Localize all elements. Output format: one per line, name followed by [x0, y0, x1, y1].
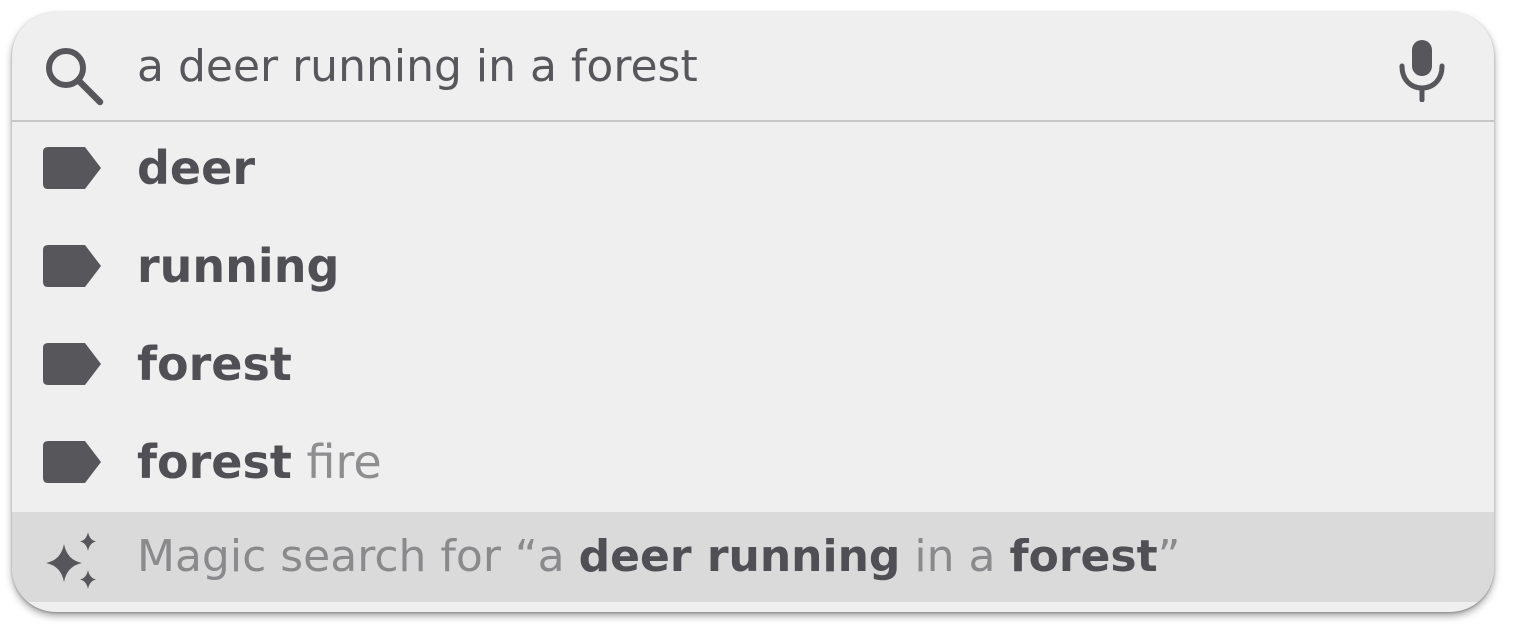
suggestion-completion: fire [291, 435, 382, 489]
suggestion-label: forest fire [137, 434, 382, 490]
magic-prefix: Magic search for “a [137, 531, 579, 582]
label-icon [43, 441, 101, 483]
microphone-icon[interactable] [1396, 38, 1448, 102]
magic-search-label: Magic search for “a deer running in a fo… [137, 529, 1180, 585]
suggestion-item-deer[interactable]: deer [12, 122, 1494, 220]
search-suggestion-panel: a deer running in a forest deer running … [12, 12, 1494, 612]
suggestion-label: forest [137, 336, 292, 392]
suggestion-item-running[interactable]: running [12, 220, 1494, 318]
suggestion-label: deer [137, 140, 255, 196]
magic-term-deer-running: deer running [578, 531, 901, 582]
search-input[interactable]: a deer running in a forest [137, 39, 698, 95]
suggestion-match: forest [137, 435, 292, 489]
search-bar[interactable]: a deer running in a forest [12, 12, 1494, 122]
suggestion-item-forest-fire[interactable]: forest fire [12, 416, 1494, 514]
suggestion-match: forest [137, 337, 292, 391]
sparkle-icon [46, 532, 96, 589]
label-icon [43, 343, 101, 385]
suggestion-item-forest[interactable]: forest [12, 318, 1494, 416]
search-icon[interactable] [42, 44, 106, 108]
magic-suffix: ” [1157, 531, 1181, 582]
label-icon [43, 147, 101, 189]
magic-term-forest: forest [1009, 531, 1158, 582]
magic-middle: in a [900, 531, 1010, 582]
suggestion-match: running [137, 239, 340, 293]
label-icon [43, 245, 101, 287]
suggestion-label: running [137, 238, 339, 294]
magic-search-option[interactable]: Magic search for “a deer running in a fo… [12, 512, 1494, 602]
suggestion-match: deer [137, 141, 256, 195]
suggestion-list: deer running forest forest fire [12, 122, 1494, 514]
